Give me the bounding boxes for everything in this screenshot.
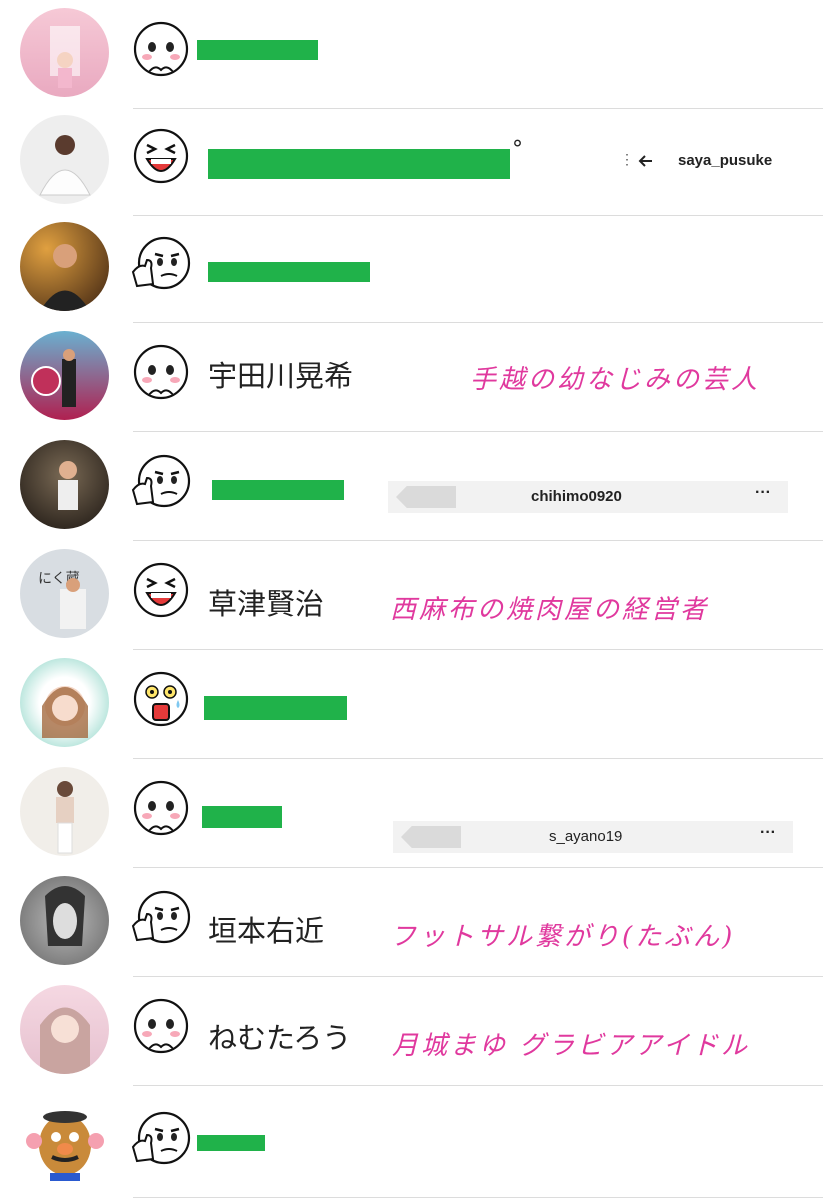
redaction: [208, 149, 510, 179]
instagram-header: ⋮ saya_pusuke: [620, 145, 822, 177]
face-icon-thumbs-up: [131, 236, 191, 290]
instagram-username: saya_pusuke: [678, 152, 773, 169]
more-options-icon[interactable]: ···: [760, 824, 776, 842]
avatar: [20, 440, 109, 529]
face-icon-shy: [133, 21, 189, 77]
menu-dots: ⋮: [620, 151, 634, 167]
contact-row[interactable]: chihimo0920 ···: [0, 432, 823, 541]
avatar: [20, 331, 109, 420]
redaction: [202, 806, 282, 828]
avatar: [20, 8, 109, 97]
redaction: [212, 480, 344, 500]
contact-row[interactable]: [0, 214, 823, 323]
annotation-note: 西麻布の焼肉屋の経営者: [390, 595, 710, 625]
contact-name: 垣本右近: [208, 914, 325, 948]
redaction: [197, 40, 318, 60]
contact-name: ねむたろう: [208, 1021, 352, 1055]
annotation-note: フットサル繋がり(たぶん): [390, 922, 736, 952]
face-icon-shy: [133, 998, 189, 1054]
instagram-username: chihimo0920: [531, 488, 622, 505]
arrow-left-icon[interactable]: [637, 153, 653, 169]
face-icon-shy: [133, 780, 189, 836]
annotation-note: 手越の幼なじみの芸人: [470, 365, 761, 395]
contact-row[interactable]: [0, 650, 823, 759]
contact-row[interactable]: ° ⋮ saya_pusuke: [0, 107, 823, 216]
back-button[interactable]: [396, 486, 456, 508]
more-options-icon[interactable]: ···: [755, 484, 771, 502]
back-button[interactable]: [401, 826, 461, 848]
face-icon-thumbs-up: [131, 454, 191, 508]
avatar: [20, 985, 109, 1074]
degree-mark: °: [512, 137, 523, 162]
redaction: [208, 262, 370, 282]
avatar: [20, 658, 109, 747]
face-icon-laugh: [133, 128, 189, 184]
annotation-note: 月城まゆ グラビアアイドル: [392, 1031, 750, 1061]
contact-row[interactable]: 垣本右近 フットサル繋がり(たぶん): [0, 868, 823, 977]
contact-name: 宇田川晃希: [208, 359, 354, 393]
contact-row[interactable]: [0, 1089, 823, 1198]
divider: [133, 1197, 823, 1198]
avatar: にく蔵: [20, 549, 109, 638]
contact-row[interactable]: にく蔵 草津賢治 西麻布の焼肉屋の経営者: [0, 541, 823, 650]
divider: [133, 1085, 823, 1086]
redaction: [204, 696, 347, 720]
face-icon-laugh: [133, 562, 189, 618]
redaction: [197, 1135, 265, 1151]
contact-row[interactable]: ねむたろう 月城まゆ グラビアアイドル: [0, 977, 823, 1086]
instagram-header: s_ayano19 ···: [393, 821, 793, 853]
contact-row[interactable]: 宇田川晃希 手越の幼なじみの芸人: [0, 323, 823, 432]
face-icon-shocked: [133, 671, 189, 727]
face-icon-thumbs-up: [131, 890, 191, 944]
avatar: [20, 1097, 109, 1186]
avatar: [20, 115, 109, 204]
contact-name: 草津賢治: [208, 587, 325, 621]
avatar: [20, 876, 109, 965]
instagram-header: chihimo0920 ···: [388, 481, 788, 513]
avatar: [20, 767, 109, 856]
contact-row[interactable]: s_ayano19 ···: [0, 759, 823, 868]
instagram-username: s_ayano19: [549, 828, 623, 845]
avatar: [20, 222, 109, 311]
face-icon-thumbs-up: [131, 1111, 191, 1165]
contact-row[interactable]: [0, 0, 823, 109]
face-icon-shy: [133, 344, 189, 400]
